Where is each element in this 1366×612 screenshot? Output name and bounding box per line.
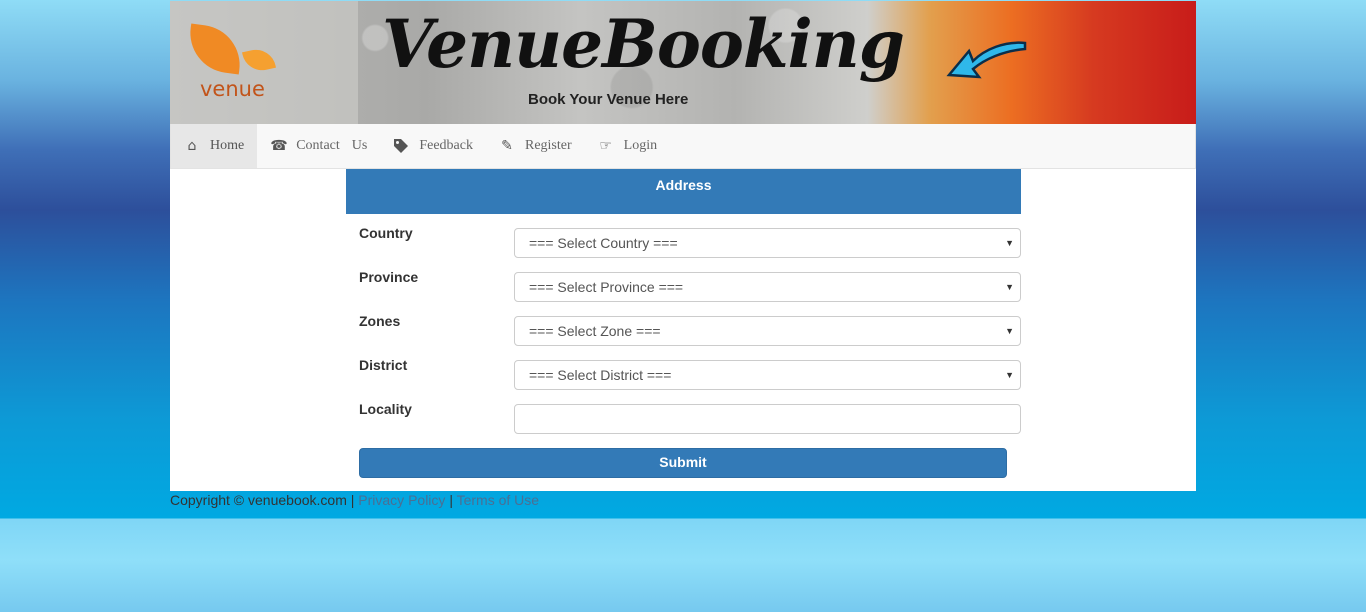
pencil-icon: ✎ xyxy=(501,138,513,154)
zone-select[interactable]: === Select Zone === ▼ xyxy=(514,316,1021,346)
province-select-value: === Select Province === xyxy=(529,279,684,295)
submit-button[interactable]: Submit xyxy=(359,448,1007,478)
dropdown-caret-icon: ▼ xyxy=(1005,238,1014,248)
page-container: venue VenueBooking Book Your Venue Here … xyxy=(170,1,1196,491)
privacy-policy-link[interactable]: Privacy Policy xyxy=(358,492,445,508)
country-select[interactable]: === Select Country === ▼ xyxy=(514,228,1021,258)
footer-copyright: Copyright © venuebook.com xyxy=(170,492,347,508)
nav-register[interactable]: ✎ Register xyxy=(486,124,585,168)
province-select[interactable]: === Select Province === ▼ xyxy=(514,272,1021,302)
dropdown-caret-icon: ▼ xyxy=(1005,326,1014,336)
tags-icon xyxy=(393,138,409,154)
zones-row: Zones === Select Zone === ▼ xyxy=(359,313,1021,346)
header-banner: venue VenueBooking Book Your Venue Here xyxy=(170,1,1196,124)
home-icon: ⌂ xyxy=(187,138,197,154)
terms-of-use-link[interactable]: Terms of Use xyxy=(457,492,539,508)
locality-label: Locality xyxy=(359,401,412,417)
footer: Copyright © venuebook.com | Privacy Poli… xyxy=(170,492,539,508)
arrow-icon xyxy=(946,41,1027,79)
nav-login[interactable]: ☞ Login xyxy=(585,124,670,168)
dropdown-caret-icon: ▼ xyxy=(1005,370,1014,380)
locality-input[interactable] xyxy=(514,404,1021,434)
nav-register-label: Register xyxy=(524,138,572,153)
main-navbar: ⌂ Home ☎ Contact Us Feedback ✎ Register … xyxy=(170,124,1196,169)
nav-contact-label-us: Us xyxy=(351,138,368,153)
nav-contact-label: Contact xyxy=(296,138,340,153)
country-label: Country xyxy=(359,225,413,241)
province-row: Province === Select Province === ▼ xyxy=(359,269,1021,302)
nav-login-label: Login xyxy=(623,138,658,153)
nav-feedback-label: Feedback xyxy=(419,138,473,153)
site-title: VenueBooking xyxy=(382,5,905,83)
logo[interactable]: venue xyxy=(170,1,358,124)
country-row: Country === Select Country === ▼ xyxy=(359,225,1021,258)
country-select-value: === Select Country === xyxy=(529,235,678,251)
province-label: Province xyxy=(359,269,419,285)
hand-right-icon: ☞ xyxy=(599,138,612,154)
address-panel-heading: Address xyxy=(346,169,1021,214)
district-select[interactable]: === Select District === ▼ xyxy=(514,360,1021,390)
nav-home-label: Home xyxy=(210,138,245,153)
site-tagline: Book Your Venue Here xyxy=(528,91,689,108)
zone-select-value: === Select Zone === xyxy=(529,323,661,339)
nav-home[interactable]: ⌂ Home xyxy=(171,124,258,168)
footer-separator: | xyxy=(350,492,355,508)
dropdown-caret-icon: ▼ xyxy=(1005,282,1014,292)
logo-leaf-small xyxy=(242,46,276,74)
district-label: District xyxy=(359,357,408,373)
district-row: District === Select District === ▼ xyxy=(359,357,1021,390)
footer-separator: | xyxy=(449,492,453,508)
logo-leaf-large xyxy=(185,23,245,75)
nav-contact-us[interactable]: ☎ Contact Us xyxy=(257,124,380,168)
locality-row: Locality xyxy=(359,401,1021,434)
district-select-value: === Select District === xyxy=(529,367,672,383)
main-content: Address Country === Select Country === ▼… xyxy=(170,169,1196,491)
logo-text: venue xyxy=(200,77,265,101)
phone-icon: ☎ xyxy=(270,138,288,154)
zones-label: Zones xyxy=(359,313,401,329)
nav-feedback[interactable]: Feedback xyxy=(380,124,486,168)
